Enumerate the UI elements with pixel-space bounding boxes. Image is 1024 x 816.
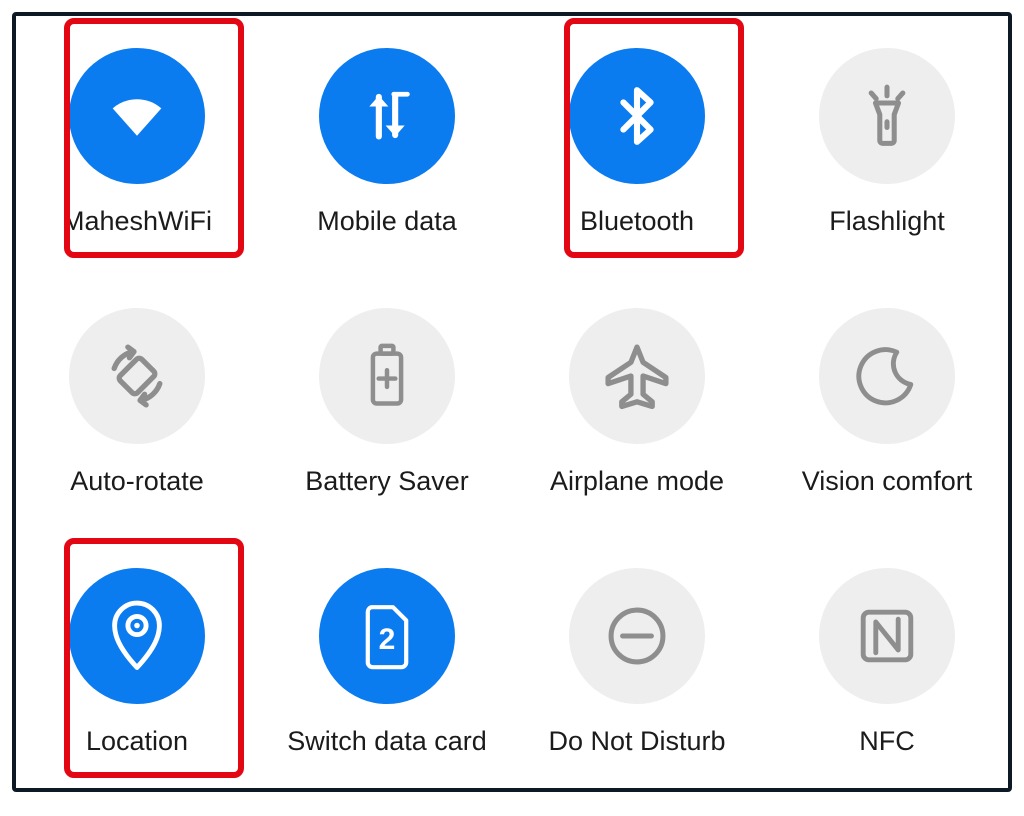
tiles-grid: MaheshWiFi Mobile data Bluetooth: [12, 12, 1012, 792]
quick-settings-panel: MaheshWiFi Mobile data Bluetooth: [12, 12, 1012, 792]
wifi-icon: [69, 48, 205, 184]
tile-label: NFC: [859, 726, 915, 757]
tile-label: Flashlight: [829, 206, 945, 237]
tile-label: Mobile data: [317, 206, 457, 237]
battery-saver-icon: [319, 308, 455, 444]
tile-label: Vision comfort: [802, 466, 973, 497]
bluetooth-icon: [569, 48, 705, 184]
tile-bluetooth[interactable]: Bluetooth: [512, 12, 762, 272]
tile-label: Do Not Disturb: [548, 726, 725, 757]
tile-dnd[interactable]: Do Not Disturb: [512, 532, 762, 792]
tile-location[interactable]: Location: [12, 532, 262, 792]
airplane-icon: [569, 308, 705, 444]
location-icon: [69, 568, 205, 704]
tile-mobile-data[interactable]: Mobile data: [262, 12, 512, 272]
auto-rotate-icon: [69, 308, 205, 444]
tile-label: Auto-rotate: [70, 466, 204, 497]
tile-auto-rotate[interactable]: Auto-rotate: [12, 272, 262, 532]
tile-airplane-mode[interactable]: Airplane mode: [512, 272, 762, 532]
dnd-icon: [569, 568, 705, 704]
flashlight-icon: [819, 48, 955, 184]
moon-icon: [819, 308, 955, 444]
tile-switch-data-card[interactable]: 2 Switch data card: [262, 532, 512, 792]
tile-label: Location: [86, 726, 188, 757]
sim-number: 2: [379, 623, 396, 656]
mobile-data-icon: [319, 48, 455, 184]
tile-label: Switch data card: [287, 726, 487, 757]
tile-label: Battery Saver: [305, 466, 469, 497]
tile-label: Airplane mode: [550, 466, 724, 497]
nfc-icon: [819, 568, 955, 704]
tile-wifi[interactable]: MaheshWiFi: [12, 12, 262, 272]
tile-vision-comfort[interactable]: Vision comfort: [762, 272, 1012, 532]
tile-label: Bluetooth: [580, 206, 694, 237]
tile-flashlight[interactable]: Flashlight: [762, 12, 1012, 272]
tile-battery-saver[interactable]: Battery Saver: [262, 272, 512, 532]
tile-label: MaheshWiFi: [62, 206, 212, 237]
sim-card-icon: 2: [319, 568, 455, 704]
tile-nfc[interactable]: NFC: [762, 532, 1012, 792]
